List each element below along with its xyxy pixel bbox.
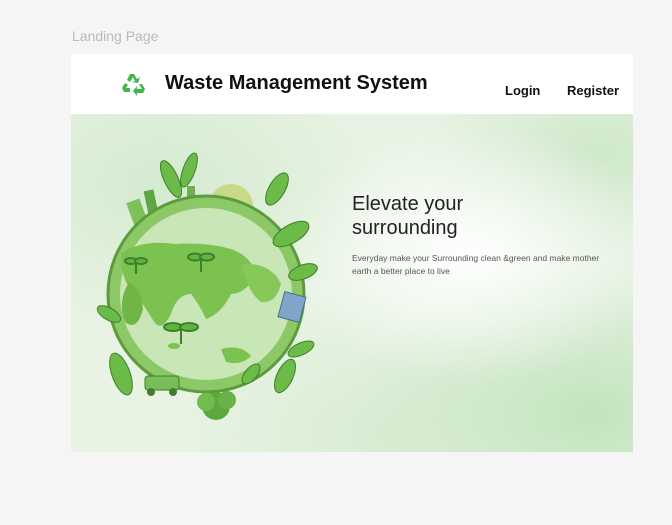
hero-title-line2: surrounding [352,217,458,239]
navbar: Waste Management System Login Register [71,54,633,115]
green-earth-illustration [96,152,318,420]
recycle-icon [122,74,145,96]
landing-page-frame: Waste Management System Login Register E… [71,54,633,452]
hero-description: Everyday make your Surrounding clean &gr… [352,253,600,276]
login-link[interactable]: Login [505,83,540,98]
hero-section: Elevate your surrounding Everyday make y… [71,114,633,452]
brand-title: Waste Management System [165,72,428,94]
hero-title: Elevate your surrounding [352,192,602,240]
hero-title-line1: Elevate your [352,193,464,215]
register-link[interactable]: Register [567,83,619,98]
frame-label: Landing Page [72,28,159,44]
